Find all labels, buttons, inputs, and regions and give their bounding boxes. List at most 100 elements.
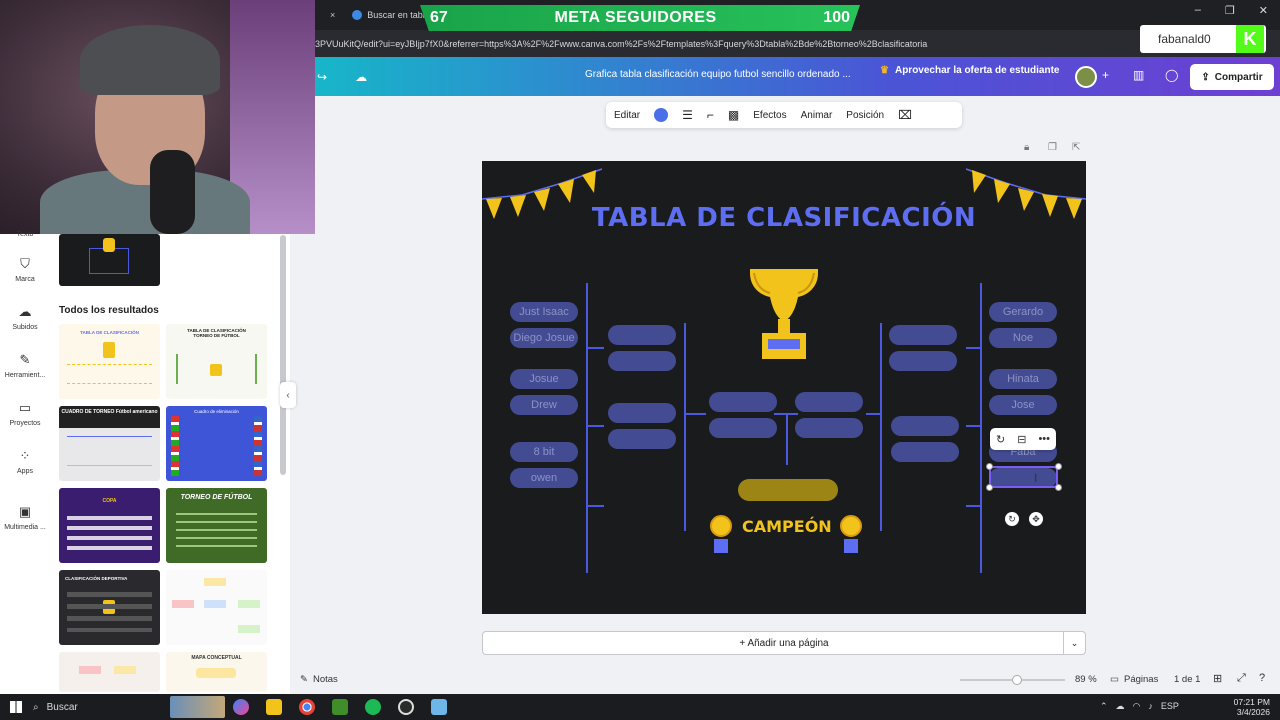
close-tab-icon[interactable]: × <box>330 10 335 20</box>
rail-item-uploads[interactable]: ☁ Subidos <box>0 304 50 331</box>
lock-page-icon[interactable]: 🔒︎ <box>1024 142 1029 153</box>
pages-button[interactable]: ▭ Páginas <box>1110 674 1158 685</box>
team-slot-right[interactable]: Noe <box>989 328 1057 348</box>
rail-item-apps[interactable]: ⁘ Apps <box>0 448 50 475</box>
template-thumb[interactable]: CLASIFICACIÓN DEPORTIVA <box>59 570 160 645</box>
bracket-slot[interactable] <box>889 325 957 345</box>
team-slot-right[interactable]: Jose <box>989 395 1057 415</box>
corner-rounding-icon[interactable]: ⌐ <box>707 108 714 122</box>
minimize-icon[interactable]: – <box>1195 4 1201 17</box>
add-collaborator-icon[interactable]: + <box>1102 68 1109 82</box>
fullscreen-icon[interactable]: ⤢ <box>1237 672 1246 685</box>
team-slot-right[interactable]: Hinata <box>989 369 1057 389</box>
grid-view-icon[interactable]: ⊞ <box>1213 672 1222 685</box>
selection-box[interactable] <box>989 466 1058 488</box>
template-thumb[interactable]: CUADRO DE TORNEO Fútbol americano <box>59 406 160 481</box>
address-bar[interactable]: 3PVUuKitQ/edit?ui=eyJBIjp7fX0&referrer=h… <box>315 30 1280 57</box>
cloud-icon[interactable]: ☁ <box>1116 701 1125 712</box>
volume-icon[interactable]: ♪ <box>1148 701 1153 712</box>
student-offer-button[interactable]: ♛ Aprovechar la oferta de estudiante <box>880 65 1059 76</box>
taskbar-widget-image[interactable] <box>170 696 225 718</box>
language-label[interactable]: ESP <box>1161 701 1179 712</box>
collaborator-avatar[interactable] <box>1075 66 1097 88</box>
document-title[interactable]: Grafica tabla clasificación equipo futbo… <box>585 69 851 80</box>
panel-scrollbar[interactable] <box>280 235 286 475</box>
rail-item-projects[interactable]: ▭ Proyectos <box>0 400 50 427</box>
team-slot-right[interactable]: Gerardo <box>989 302 1057 322</box>
resize-handle[interactable] <box>986 484 993 491</box>
app-icon[interactable] <box>431 699 447 715</box>
rail-item-brand[interactable]: ⛉ Marca <box>0 256 50 283</box>
team-slot-left[interactable]: Diego Josue <box>510 328 578 348</box>
analytics-icon[interactable]: ▥ <box>1133 68 1144 82</box>
template-thumb[interactable]: TABLA DE CLASIFICACIÓN <box>59 324 160 399</box>
bracket-slot[interactable] <box>795 392 863 412</box>
bracket-slot[interactable] <box>891 416 959 436</box>
template-thumb[interactable]: MAPA CONCEPTUAL <box>166 652 267 692</box>
bracket-slot[interactable] <box>608 429 676 449</box>
edit-button[interactable]: Editar <box>614 110 640 121</box>
more-options-icon[interactable]: ••• <box>1038 433 1050 445</box>
bracket-slot[interactable] <box>608 351 676 371</box>
resize-handle[interactable] <box>986 463 993 470</box>
maximize-icon[interactable]: ❐ <box>1225 4 1235 17</box>
windows-start-icon[interactable] <box>10 701 22 713</box>
template-thumb[interactable]: TORNEO DE FÚTBOL <box>166 488 267 563</box>
close-icon[interactable]: ✕ <box>1259 4 1268 17</box>
redo-icon[interactable]: ↪ <box>317 70 327 84</box>
team-slot-left[interactable]: owen <box>510 468 578 488</box>
color-swatch[interactable] <box>654 108 669 122</box>
browser-tab[interactable]: × Buscar en tabl <box>330 4 430 26</box>
wifi-icon[interactable]: ◠ <box>1133 701 1141 712</box>
comments-icon[interactable]: ◯ <box>1165 68 1178 82</box>
team-slot-left[interactable]: Drew <box>510 395 578 415</box>
obs-icon[interactable] <box>398 699 414 715</box>
rail-item-text[interactable]: Texto <box>0 231 50 238</box>
template-thumb[interactable]: COPA <box>59 488 160 563</box>
animate-button[interactable]: Animar <box>801 110 833 121</box>
rail-item-tools[interactable]: ✎ Herramient... <box>0 352 50 379</box>
bracket-slot[interactable] <box>709 392 777 412</box>
rotate-handle-icon[interactable]: ↻ <box>1005 512 1019 526</box>
copilot-icon[interactable] <box>233 699 249 715</box>
cloud-sync-icon[interactable]: ☁ <box>355 70 367 84</box>
zoom-slider-knob[interactable] <box>1012 675 1022 685</box>
add-page-icon[interactable]: ⇱ <box>1072 142 1080 153</box>
bracket-slot[interactable] <box>891 442 959 462</box>
bracket-slot[interactable] <box>608 325 676 345</box>
bracket-slot[interactable] <box>889 351 957 371</box>
transparency-icon[interactable]: ▩ <box>728 108 739 122</box>
champion-slot[interactable] <box>738 479 838 501</box>
spotify-icon[interactable] <box>365 699 381 715</box>
border-style-icon[interactable]: ☰ <box>682 108 693 122</box>
minecraft-icon[interactable] <box>332 699 348 715</box>
team-slot-left[interactable]: Just Isaac <box>510 302 578 322</box>
resize-handle[interactable] <box>1055 463 1062 470</box>
taskbar-search[interactable]: ⌕ Buscar <box>33 694 168 720</box>
bracket-slot[interactable] <box>608 403 676 423</box>
template-thumb[interactable] <box>166 570 267 645</box>
file-explorer-icon[interactable] <box>266 699 282 715</box>
copy-style-icon[interactable]: ⌧ <box>898 108 912 122</box>
help-icon[interactable]: ? <box>1259 672 1265 684</box>
bracket-slot[interactable] <box>709 418 777 438</box>
duplicate-page-icon[interactable]: ❐ <box>1048 142 1057 153</box>
add-page-button[interactable]: + Añadir una página ⌄ <box>482 631 1086 655</box>
chrome-icon[interactable] <box>299 699 315 715</box>
effects-button[interactable]: Efectos <box>753 110 786 121</box>
notes-button[interactable]: ✎ Notas <box>300 674 338 685</box>
chevron-up-icon[interactable]: ⌃ <box>1100 701 1108 712</box>
zoom-level[interactable]: 89 % <box>1075 674 1097 685</box>
move-handle-icon[interactable]: ✥ <box>1029 512 1043 526</box>
share-button[interactable]: ⇪ Compartir <box>1190 64 1274 90</box>
bracket-slot[interactable] <box>795 418 863 438</box>
template-thumb[interactable]: Cuadro de eliminación <box>166 406 267 481</box>
template-thumb[interactable]: TABLA DE CLASIFICACIÓN TORNEO DE FÚTBOL <box>166 324 267 399</box>
team-slot-left[interactable]: 8 bit <box>510 442 578 462</box>
rotate-icon[interactable]: ↻ <box>996 433 1005 446</box>
template-thumb-current[interactable] <box>59 234 160 286</box>
system-clock[interactable]: 07:21 PM 3/4/2026 <box>1234 697 1270 717</box>
design-canvas[interactable]: TABLA DE CLASIFICACIÓN Just Isaac Diego … <box>482 161 1086 614</box>
chevron-down-icon[interactable]: ⌄ <box>1063 632 1085 654</box>
template-thumb[interactable] <box>59 652 160 692</box>
